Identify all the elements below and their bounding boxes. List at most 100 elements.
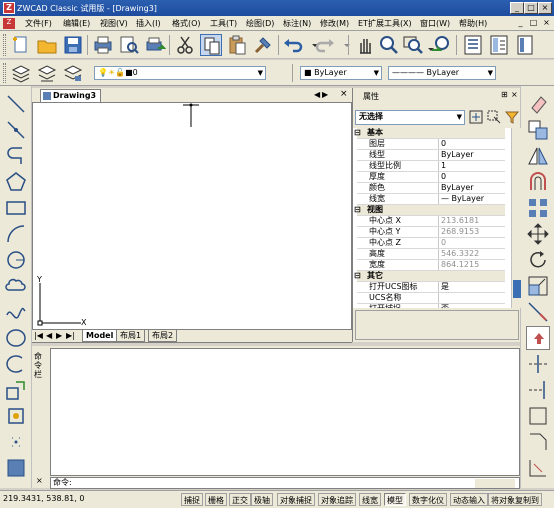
- close-button[interactable]: ×: [538, 2, 552, 14]
- menu-draw[interactable]: 绘图(D): [246, 18, 274, 29]
- spline-icon[interactable]: [4, 300, 28, 324]
- scrollbar-thumb[interactable]: [513, 280, 521, 298]
- command-scrollbar[interactable]: [475, 479, 515, 488]
- rotate-icon[interactable]: [526, 248, 550, 272]
- ellipse-icon[interactable]: [4, 326, 28, 350]
- doc-icon[interactable]: Z: [3, 18, 15, 29]
- layer-previous-icon[interactable]: [36, 62, 58, 84]
- menu-et-tools[interactable]: ET扩展工具(X): [358, 18, 412, 29]
- filter-icon[interactable]: [504, 110, 520, 124]
- zoom-dropdown-icon[interactable]: [420, 34, 434, 56]
- status-toggle[interactable]: 对象捕捉: [277, 493, 315, 506]
- copy-object-icon[interactable]: [526, 118, 550, 142]
- command-line[interactable]: 命令:: [50, 477, 520, 489]
- trim-icon[interactable]: [526, 352, 550, 376]
- property-row[interactable]: 高度 546.3322: [357, 249, 505, 260]
- insert-block-icon[interactable]: [4, 378, 28, 402]
- minimize-button[interactable]: _: [510, 2, 524, 14]
- menu-insert[interactable]: 插入(I): [136, 18, 161, 29]
- status-toggle[interactable]: 栅格: [205, 493, 227, 506]
- layer-state-icon[interactable]: [62, 62, 84, 84]
- properties-palette-icon[interactable]: [462, 34, 484, 56]
- property-value[interactable]: 546.3322: [441, 249, 479, 259]
- revision-cloud-icon[interactable]: [4, 274, 28, 298]
- property-value[interactable]: ByLayer: [441, 183, 474, 193]
- tab-scroll-right-icon[interactable]: ▶: [322, 90, 328, 99]
- tab-model[interactable]: Model: [82, 330, 118, 342]
- undo-icon[interactable]: [282, 34, 304, 56]
- make-block-icon[interactable]: [4, 404, 28, 428]
- property-row[interactable]: 线宽 — ByLayer: [357, 194, 505, 205]
- property-row[interactable]: 图层 0: [357, 139, 505, 150]
- menu-format[interactable]: 格式(O): [172, 18, 201, 29]
- menu-window[interactable]: 窗口(W): [420, 18, 450, 29]
- erase-icon[interactable]: [526, 92, 550, 116]
- layer-select[interactable]: 💡☀🔓■0 ▼: [94, 66, 266, 80]
- pin-icon[interactable]: ⊞: [501, 90, 508, 99]
- property-row[interactable]: 线型比例 1: [357, 161, 505, 172]
- menu-file[interactable]: 文件(F): [25, 18, 52, 29]
- offset-icon[interactable]: [526, 170, 550, 194]
- maximize-button[interactable]: □: [524, 2, 538, 14]
- circle-icon[interactable]: [4, 248, 28, 272]
- zoom-previous-icon[interactable]: [430, 34, 452, 56]
- property-scrollbar[interactable]: [511, 128, 521, 308]
- menu-edit[interactable]: 编辑(E): [63, 18, 90, 29]
- first-tab-button[interactable]: |◀: [34, 331, 43, 340]
- mirror-icon[interactable]: [526, 144, 550, 168]
- status-toggle[interactable]: 将对象复制到: [488, 493, 542, 506]
- menu-help[interactable]: 帮助(H): [459, 18, 487, 29]
- status-toggle[interactable]: 对象追踪: [318, 493, 356, 506]
- open-folder-icon[interactable]: [36, 34, 58, 56]
- property-category[interactable]: 基本 ⊟: [354, 128, 505, 139]
- toolbar-grip[interactable]: [3, 34, 6, 56]
- toolbar-grip[interactable]: [3, 63, 6, 83]
- property-row[interactable]: 打开UCS图标是: [357, 282, 505, 293]
- tab-layout2[interactable]: 布局2: [148, 330, 178, 342]
- property-value[interactable]: 是: [441, 282, 449, 292]
- cut-icon[interactable]: [174, 34, 196, 56]
- explode-icon[interactable]: [526, 456, 550, 480]
- point-icon[interactable]: [4, 430, 28, 454]
- property-row[interactable]: 宽度 864.1215: [357, 260, 505, 271]
- drawing-canvas[interactable]: Y X: [32, 102, 352, 330]
- property-value[interactable]: 0: [441, 139, 446, 149]
- ellipse-arc-icon[interactable]: [4, 352, 28, 376]
- status-toggle[interactable]: 正交: [229, 493, 251, 506]
- tab-layout1[interactable]: 布局1: [116, 330, 146, 342]
- menu-dimension[interactable]: 标注(N): [283, 18, 311, 29]
- menu-tools[interactable]: 工具(T): [210, 18, 237, 29]
- status-toggle[interactable]: 模型: [384, 493, 406, 506]
- next-tab-button[interactable]: ▶: [56, 331, 62, 340]
- stretch-icon[interactable]: [526, 300, 550, 324]
- property-row[interactable]: 颜色 ByLayer: [357, 183, 505, 194]
- scale-icon[interactable]: [526, 274, 550, 298]
- property-row[interactable]: 中心点 Y 268.9153: [357, 227, 505, 238]
- design-center-icon[interactable]: [488, 34, 510, 56]
- status-toggle[interactable]: 数字化仪: [409, 493, 447, 506]
- zoom-realtime-icon[interactable]: [378, 34, 400, 56]
- redo-icon[interactable]: [314, 34, 336, 56]
- status-toggle[interactable]: 极轴: [251, 493, 273, 506]
- layer-manager-icon[interactable]: [10, 62, 32, 84]
- hatch-icon[interactable]: [4, 456, 28, 480]
- select-objects-icon[interactable]: [487, 110, 501, 124]
- property-category[interactable]: 视图 ⊟: [354, 205, 505, 216]
- match-properties-icon[interactable]: [252, 34, 274, 56]
- menu-modify[interactable]: 修改(M): [320, 18, 349, 29]
- property-value[interactable]: 268.9153: [441, 227, 479, 237]
- collapse-icon[interactable]: ⊟: [354, 205, 361, 214]
- copy-icon[interactable]: [200, 34, 222, 56]
- polyline-icon[interactable]: [4, 144, 28, 168]
- status-toggle[interactable]: 捕捉: [181, 493, 203, 506]
- redo-dropdown-icon[interactable]: [336, 34, 350, 56]
- collapse-icon[interactable]: ⊟: [354, 128, 361, 137]
- new-file-icon[interactable]: [10, 34, 32, 56]
- property-value[interactable]: 1: [441, 161, 446, 171]
- undo-dropdown-icon[interactable]: [304, 34, 318, 56]
- property-category[interactable]: 其它 ⊟: [354, 271, 505, 282]
- close-drawing-icon[interactable]: ×: [340, 89, 348, 99]
- extend-icon[interactable]: [526, 378, 550, 402]
- chamfer-icon[interactable]: [526, 430, 550, 454]
- doc-minimize-button[interactable]: _: [515, 18, 526, 28]
